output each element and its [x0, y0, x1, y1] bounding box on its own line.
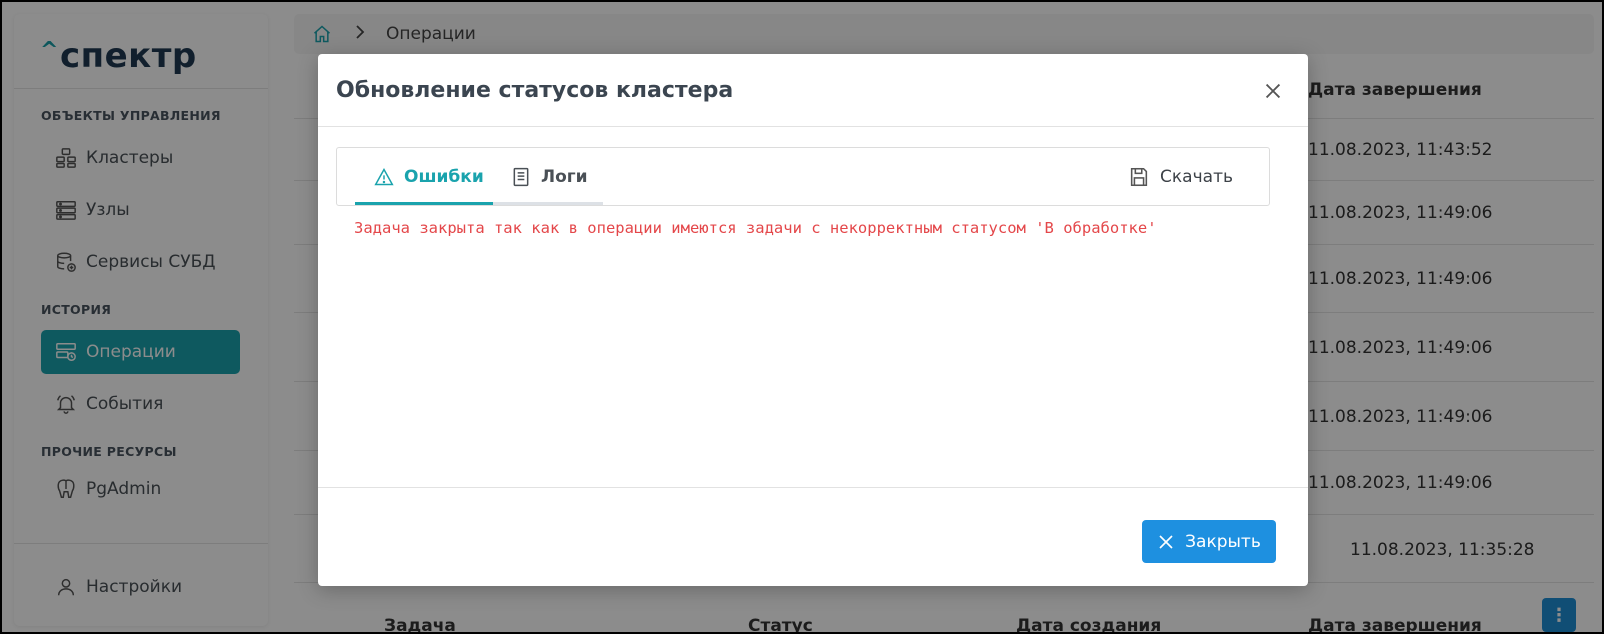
- close-button[interactable]: Закрыть: [1142, 520, 1276, 563]
- close-icon[interactable]: [1262, 80, 1284, 102]
- download-label: Скачать: [1160, 166, 1233, 187]
- close-icon: [1157, 533, 1175, 551]
- tab-logs[interactable]: Логи: [493, 148, 603, 205]
- modal-title: Обновление статусов кластера: [336, 78, 734, 103]
- tab-errors[interactable]: Ошибки: [355, 148, 493, 205]
- modal-footer-divider: [318, 487, 1308, 488]
- tab-label: Логи: [541, 166, 588, 187]
- cluster-status-modal: Обновление статусов кластера Ошибки Логи…: [318, 54, 1308, 586]
- tabs-container: Ошибки Логи Скачать: [336, 147, 1270, 206]
- warning-icon: [374, 167, 394, 187]
- tab-label: Ошибки: [404, 166, 484, 187]
- error-message: Задача закрыта так как в операции имеютс…: [354, 219, 1157, 237]
- close-button-label: Закрыть: [1185, 531, 1261, 552]
- document-icon: [511, 167, 531, 187]
- download-button[interactable]: Скачать: [1128, 148, 1233, 205]
- modal-header-divider: [318, 126, 1308, 127]
- save-icon: [1128, 166, 1150, 188]
